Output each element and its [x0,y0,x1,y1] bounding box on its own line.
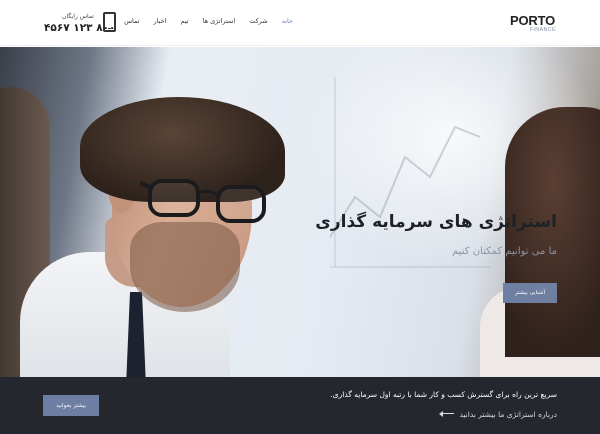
main-nav: خانه شرکت استراتژی ها تیم اخبار تماس [118,17,293,25]
hero-slider: استراتژی های سرمایه گذاری ما می توانیم ک… [0,47,600,377]
nav-item-home[interactable]: خانه [282,17,293,25]
man-glasses [140,179,266,223]
hero-title: استراتژی های سرمایه گذاری [315,212,557,232]
nav-item-contact[interactable]: تماس [124,17,139,25]
cta-text: سریع ترین راه برای گسترش کسب و کار شما ب… [330,390,557,399]
arrow-left-icon [439,411,455,417]
logo-subtitle: FINANCE [529,27,556,33]
strategy-link-label: درباره استراتژی ما بیشتر بدانید [459,409,557,419]
free-call-label: تماس رایگان [62,13,94,20]
logo-text: PORTO [510,13,555,28]
nav-item-team[interactable]: تیم [181,17,189,25]
nav-item-news[interactable]: اخبار [154,17,167,25]
background-person-right-hair [505,107,600,357]
strategy-learn-more-link[interactable]: درباره استراتژی ما بیشتر بدانید [425,408,557,420]
porto-finance-logo[interactable]: PORTO FINANCE [510,13,560,35]
nav-item-strategies[interactable]: استراتژی ها [203,17,236,25]
hero-subtitle: ما می توانیم کمکتان کنیم [452,246,557,257]
cta-bar: بیشتر بخوانید سریع ترین راه برای گسترش ک… [0,377,600,434]
read-more-button[interactable]: بیشتر بخوانید [43,395,99,416]
site-header: PORTO FINANCE خانه شرکت استراتژی ها تیم … [0,0,600,46]
nav-item-company[interactable]: شرکت [249,17,268,25]
phone-number[interactable]: ۸۰۰ ۱۲۳ ۴۵۶۷ [44,22,115,34]
learn-more-button[interactable]: آشنایی بیشتر [503,283,557,303]
